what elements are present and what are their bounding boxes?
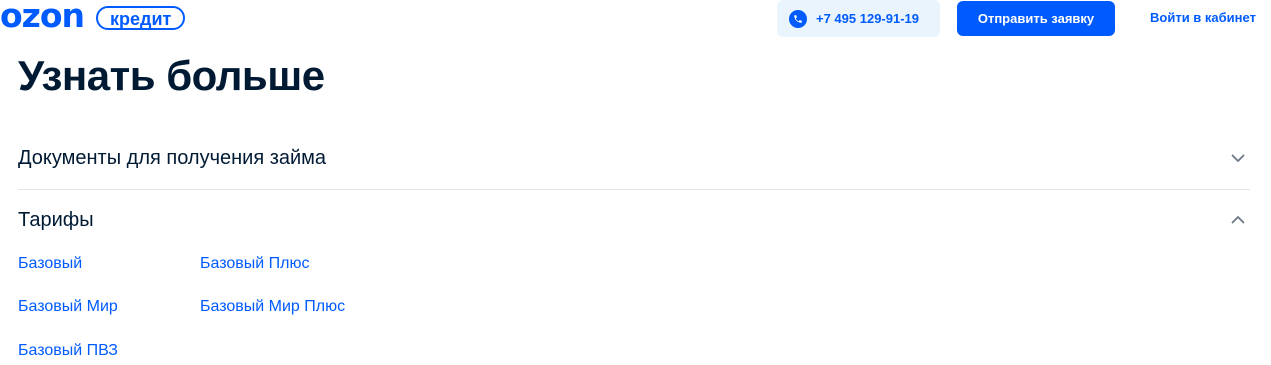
- phone-button[interactable]: +7 495 129-91-19: [777, 0, 940, 37]
- chevron-down-icon: [1231, 154, 1245, 162]
- logo-credit-badge: кредит: [96, 5, 186, 30]
- ozon-credit-logo[interactable]: ozon кредит: [0, 0, 186, 36]
- logo-wordmark: ozon: [0, 0, 85, 35]
- tariff-link-basic-pvz[interactable]: Базовый ПВЗ: [18, 342, 118, 360]
- login-link[interactable]: Войти в кабинет: [1150, 10, 1256, 25]
- tariff-link-basic-plus[interactable]: Базовый Плюс: [200, 255, 310, 273]
- accordion-documents-label: Документы для получения займа: [18, 146, 327, 169]
- accordion-tariffs[interactable]: Тарифы: [18, 200, 1250, 240]
- accordion-documents[interactable]: Документы для получения займа: [18, 138, 1250, 178]
- accordion-tariffs-label: Тарифы: [18, 208, 94, 231]
- page-title: Узнать больше: [18, 52, 325, 99]
- top-bar: ozon кредит +7 495 129-91-19 Отправить з…: [0, 0, 1271, 38]
- accordion-divider: [18, 189, 1250, 190]
- phone-number: +7 495 129-91-19: [816, 11, 920, 26]
- phone-icon: [789, 9, 807, 28]
- tariff-link-basic[interactable]: Базовый: [18, 255, 82, 273]
- tariff-link-basic-mir-plus[interactable]: Базовый Мир Плюс: [200, 298, 345, 316]
- submit-application-button[interactable]: Отправить заявку: [957, 1, 1115, 36]
- chevron-up-icon: [1231, 216, 1245, 224]
- tariff-link-basic-mir[interactable]: Базовый Мир: [18, 298, 118, 316]
